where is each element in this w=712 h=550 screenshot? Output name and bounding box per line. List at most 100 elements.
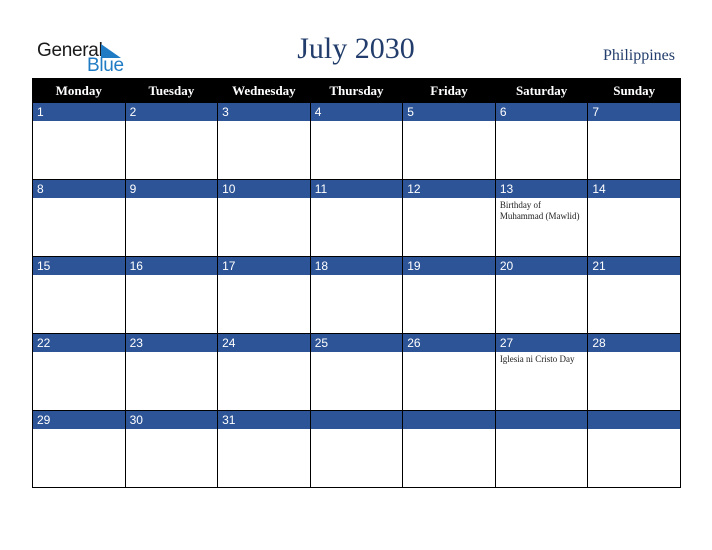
weekday-header-thursday: Thursday	[309, 78, 404, 103]
day-number: 13	[495, 180, 588, 198]
holiday-event	[126, 198, 218, 200]
holiday-event	[126, 429, 218, 431]
day-number: 22	[33, 334, 125, 352]
day-number: 6	[495, 103, 588, 121]
day-cell: 23	[124, 333, 219, 411]
day-cell: 13 Birthday of Muhammad (Mawlid)	[494, 179, 589, 257]
day-cell: 7	[587, 102, 681, 180]
day-cell: 6	[494, 102, 589, 180]
day-cell: 28	[587, 333, 681, 411]
day-number: 14	[588, 180, 680, 198]
holiday-event	[588, 352, 680, 354]
holiday-event	[311, 198, 403, 200]
day-cell: 1	[32, 102, 126, 180]
day-cell: 29	[32, 410, 126, 488]
day-number: 21	[588, 257, 680, 275]
day-number: 4	[310, 103, 403, 121]
day-cell: 21	[587, 256, 681, 334]
holiday-event	[126, 352, 218, 354]
day-cell	[494, 410, 589, 488]
day-cell: 10	[217, 179, 311, 257]
week-row: 15 16 17 18 19 20 21	[32, 256, 681, 334]
holiday-event	[311, 275, 403, 277]
day-cell: 24	[217, 333, 311, 411]
holiday-event	[403, 121, 495, 123]
day-cell: 18	[309, 256, 404, 334]
holiday-event	[126, 275, 218, 277]
week-row: 29 30 31	[32, 410, 681, 488]
day-number: 31	[218, 411, 310, 429]
day-cell: 5	[402, 102, 496, 180]
week-row: 8 9 10 11 12 13 Birthday of Muhammad (Mawlid) 1…	[32, 179, 681, 257]
day-cell: 20	[494, 256, 589, 334]
week-row: 1234567	[32, 102, 681, 180]
day-cell: 4	[309, 102, 404, 180]
day-number: 9	[125, 180, 218, 198]
day-cell: 3	[217, 102, 311, 180]
holiday-event	[218, 352, 310, 354]
week-row: 22 23 24 25 26 27 Iglesia ni Cristo Day 28	[32, 333, 681, 411]
holiday-event	[403, 198, 495, 200]
holiday-event	[403, 352, 495, 354]
day-cell: 8	[32, 179, 126, 257]
day-number: 11	[310, 180, 403, 198]
holiday-event	[33, 275, 125, 277]
day-number: 2	[125, 103, 218, 121]
holiday-event: Birthday of Muhammad (Mawlid)	[499, 200, 580, 221]
day-number	[310, 411, 403, 429]
day-number: 18	[310, 257, 403, 275]
day-cell	[309, 410, 404, 488]
day-number: 24	[218, 334, 310, 352]
weekday-header-tuesday: Tuesday	[124, 78, 219, 103]
day-number: 5	[403, 103, 495, 121]
day-cell: 15	[32, 256, 126, 334]
holiday-event	[496, 275, 588, 277]
weekday-header-row: Monday Tuesday Wednesday Thursday Friday Satu…	[32, 78, 681, 103]
day-cell: 30	[124, 410, 219, 488]
country-label: Philippines	[602, 47, 675, 64]
day-cell: 11	[309, 179, 404, 257]
day-number: 8	[33, 180, 125, 198]
holiday-event	[33, 429, 125, 431]
holiday-event	[311, 429, 403, 431]
day-number: 3	[218, 103, 310, 121]
holiday-event	[403, 429, 495, 431]
day-number: 20	[495, 257, 588, 275]
holiday-event	[33, 198, 125, 200]
holiday-event	[33, 352, 125, 354]
day-number: 12	[403, 180, 495, 198]
day-number: 30	[125, 411, 218, 429]
day-number: 19	[403, 257, 495, 275]
holiday-event	[126, 121, 218, 123]
day-number: 26	[403, 334, 495, 352]
day-cell: 14	[587, 179, 681, 257]
day-cell: 19	[402, 256, 496, 334]
day-cell: 25	[309, 333, 404, 411]
holiday-event	[33, 121, 125, 123]
day-number: 10	[218, 180, 310, 198]
day-number	[588, 411, 680, 429]
holiday-event	[218, 198, 310, 200]
weekday-header-saturday: Saturday	[494, 78, 589, 103]
day-cell: 22	[32, 333, 126, 411]
day-number: 28	[588, 334, 680, 352]
holiday-event	[588, 429, 680, 431]
holiday-event	[218, 275, 310, 277]
day-number: 23	[125, 334, 218, 352]
day-cell: 27 Iglesia ni Cristo Day	[494, 333, 589, 411]
holiday-event	[218, 121, 310, 123]
holiday-event	[588, 198, 680, 200]
day-cell: 9	[124, 179, 219, 257]
weekday-header-monday: Monday	[32, 78, 126, 103]
day-cell: 17	[217, 256, 311, 334]
day-number	[403, 411, 495, 429]
day-cell	[402, 410, 496, 488]
day-number: 15	[33, 257, 125, 275]
holiday-event: Iglesia ni Cristo Day	[499, 354, 575, 364]
holiday-event	[311, 352, 403, 354]
holiday-event	[496, 121, 588, 123]
holiday-event	[311, 121, 403, 123]
day-number: 16	[125, 257, 218, 275]
day-number: 27	[495, 334, 588, 352]
weekday-header-wednesday: Wednesday	[217, 78, 311, 103]
